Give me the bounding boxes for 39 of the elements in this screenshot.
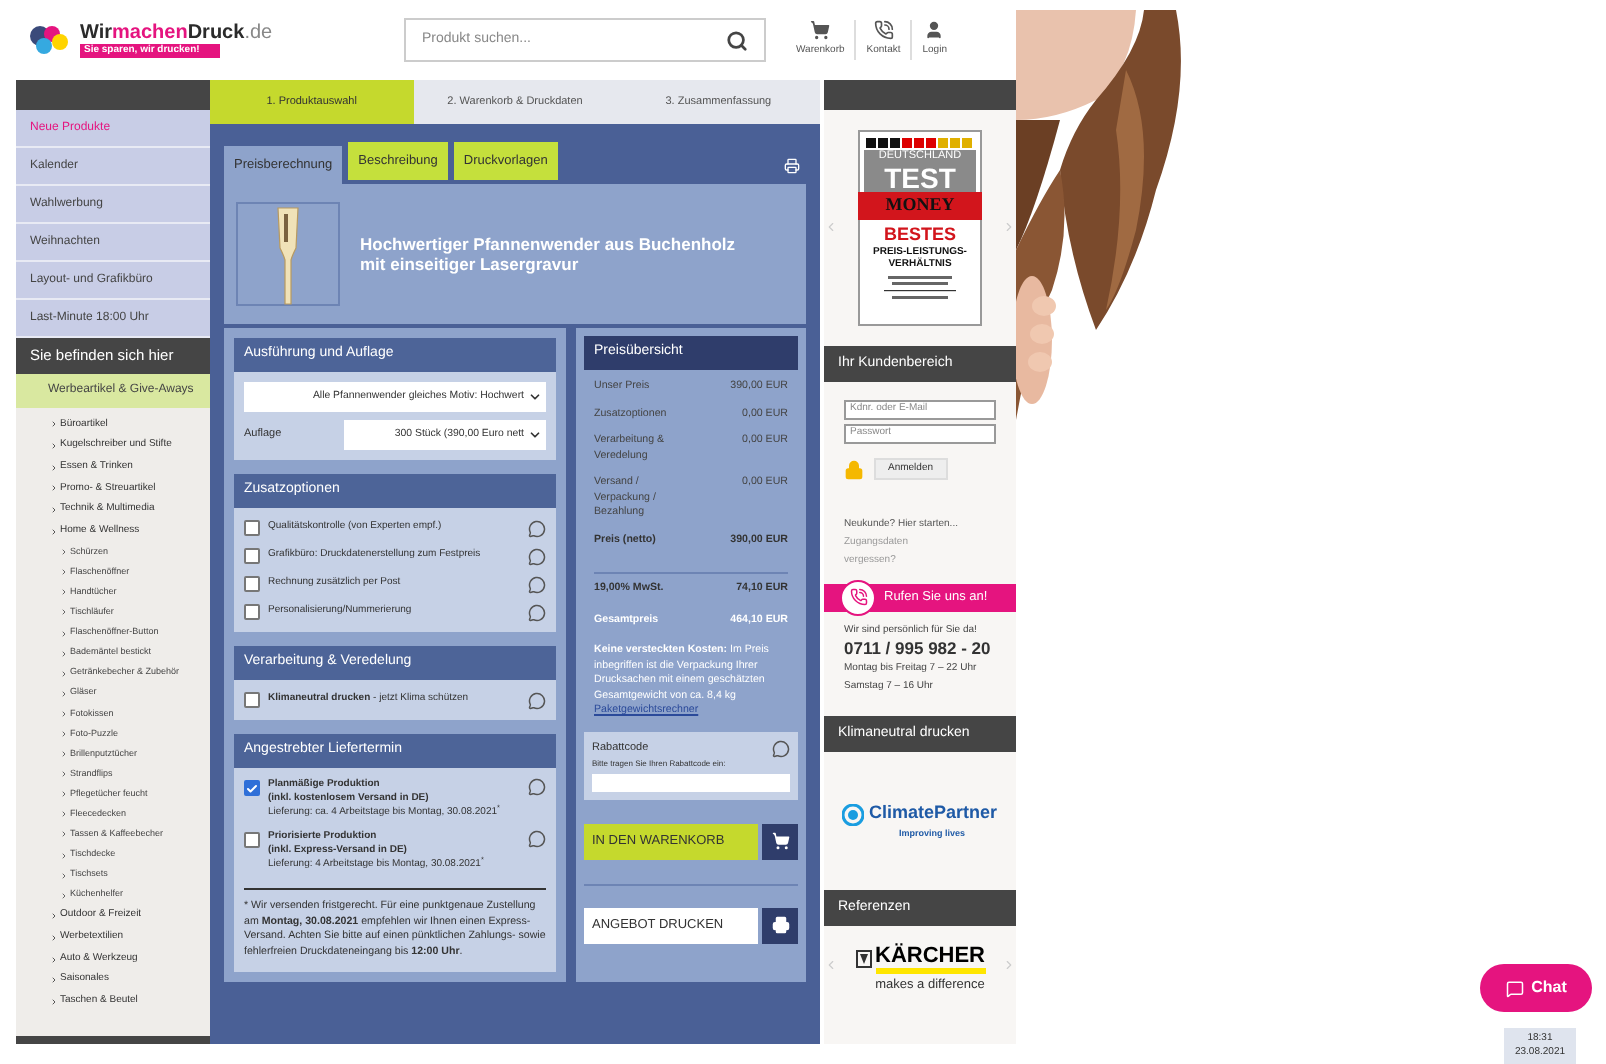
crest-icon — [855, 949, 871, 968]
search-icon[interactable] — [726, 29, 748, 51]
discount-field[interactable] — [592, 773, 790, 791]
checkbox[interactable] — [244, 576, 260, 592]
cart-icon[interactable] — [762, 823, 798, 859]
user-icon — [924, 20, 945, 41]
climate-partner-logo: ClimatePartner — [868, 800, 998, 827]
flag-stripe-icon — [866, 138, 974, 148]
info-bubble-icon[interactable] — [528, 830, 546, 848]
phone-icon — [849, 588, 867, 606]
chevron-down-icon — [528, 390, 542, 404]
logo-icon — [28, 24, 72, 56]
fine-print-drawing — [880, 274, 960, 302]
spatula-icon — [274, 204, 302, 308]
info-bubble-icon[interactable] — [528, 691, 546, 709]
print-icon[interactable] — [784, 158, 800, 174]
karcher-logo: KÄRCHER — [875, 943, 985, 974]
checkbox[interactable] — [244, 520, 260, 536]
printer-icon[interactable] — [762, 907, 798, 943]
checkbox[interactable] — [244, 548, 260, 564]
product-title: Hochwertiger Pfannenwender aus Buchenholz mit einseitiger Lasergravur — [360, 234, 738, 274]
chevron-down-icon — [528, 428, 542, 442]
seal-award: BESTES — [883, 224, 956, 246]
checkbox[interactable] — [244, 780, 260, 796]
phone-number: 0711 / 995 982 - 20 — [844, 638, 993, 660]
info-bubble-icon[interactable] — [528, 778, 546, 796]
checkbox[interactable] — [244, 832, 260, 848]
climate-logo-icon — [842, 803, 865, 826]
info-bubble-icon[interactable] — [772, 739, 790, 757]
chat-icon — [1505, 979, 1524, 997]
phone-icon — [873, 20, 894, 41]
cart-icon — [810, 20, 831, 41]
seal-title: TEST — [884, 164, 956, 192]
lock-icon — [844, 459, 864, 479]
chat-button[interactable]: Chat — [1480, 964, 1592, 1012]
checkbox[interactable] — [244, 692, 260, 708]
seal-brand: MONEY — [885, 192, 955, 219]
checkbox[interactable] — [244, 604, 260, 620]
logo-wordmark[interactable]: WirmachenDruck.de — [80, 22, 273, 44]
